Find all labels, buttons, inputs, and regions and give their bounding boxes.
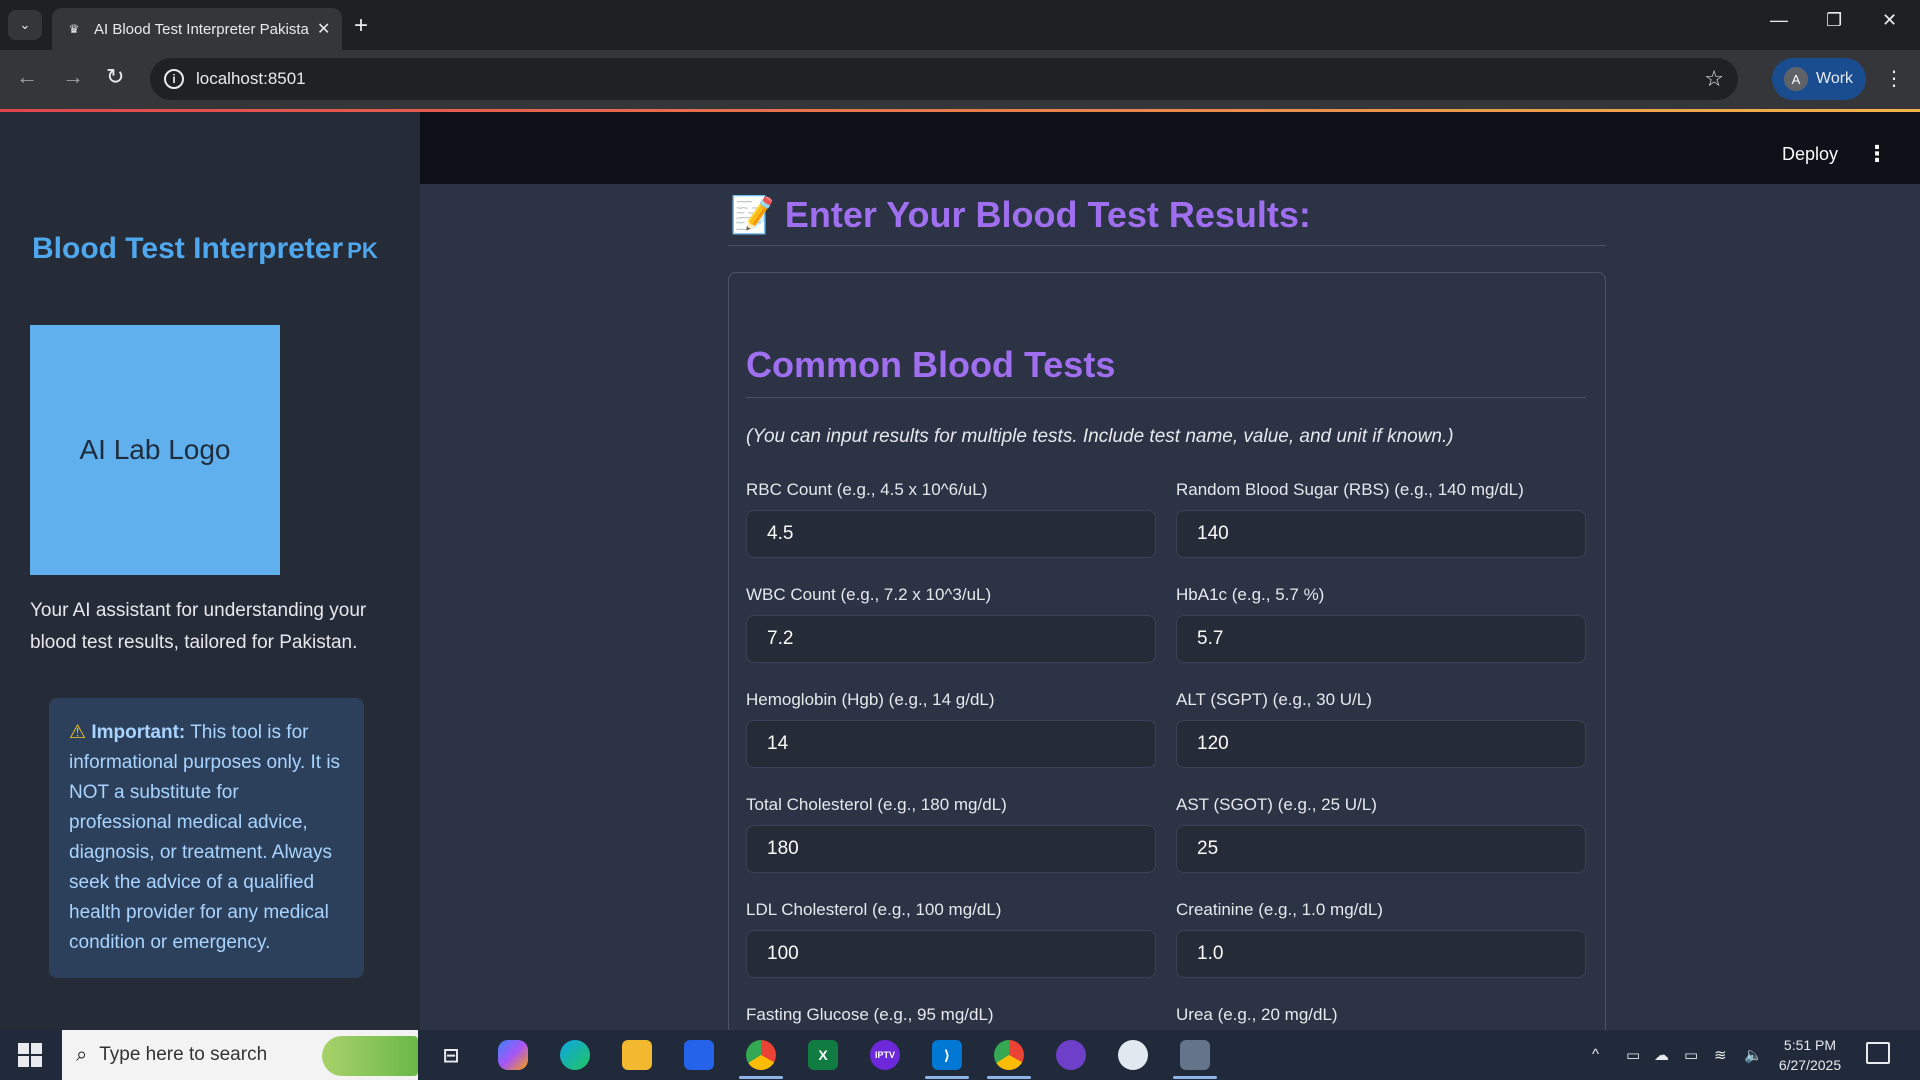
taskbar-clock[interactable]: 5:51 PM 6/27/2025	[1770, 1035, 1850, 1075]
profile-label: Work	[1816, 70, 1854, 87]
excel-icon[interactable]: X	[808, 1040, 838, 1070]
volume-icon[interactable]: 🔈	[1744, 1046, 1763, 1064]
taskbar-search[interactable]: ⌕ Type here to search	[62, 1030, 418, 1080]
forward-icon[interactable]: →	[62, 64, 84, 90]
minimize-icon[interactable]: —	[1770, 10, 1788, 31]
app-menu-icon[interactable]: ⋮	[1866, 141, 1888, 167]
tab-title: AI Blood Test Interpreter Pakistan	[94, 20, 309, 38]
close-tab-icon[interactable]: ✕	[317, 19, 330, 39]
address-bar[interactable]: i localhost:8501 ☆	[150, 58, 1738, 100]
active-app-indicator	[987, 1076, 1031, 1079]
github-icon[interactable]	[1056, 1040, 1086, 1070]
creatinine-input[interactable]	[1176, 930, 1586, 978]
avatar: A	[1784, 67, 1808, 91]
tab-search-button[interactable]: ⌄	[8, 10, 42, 40]
chevron-up-icon[interactable]: ^	[1592, 1046, 1599, 1063]
close-window-icon[interactable]: ✕	[1882, 10, 1897, 31]
active-app-indicator	[739, 1076, 783, 1079]
rbs-input[interactable]	[1176, 510, 1586, 558]
app-window-icon[interactable]	[1180, 1040, 1210, 1070]
rbc-input[interactable]	[746, 510, 1156, 558]
browser-toolbar: ← → ↻ i localhost:8501 ☆ A Work ⋮	[0, 50, 1920, 109]
browser-tab[interactable]: ♛ AI Blood Test Interpreter Pakistan ✕	[52, 8, 342, 50]
logo: AI Lab Logo	[30, 325, 280, 575]
total-cholesterol-label: Total Cholesterol (e.g., 180 mg/dL)	[746, 795, 1007, 814]
warning-text: This tool is for informational purposes …	[69, 722, 341, 953]
iptv-icon[interactable]: IPTV	[870, 1040, 900, 1070]
wbc-label: WBC Count (e.g., 7.2 x 10^3/uL)	[746, 585, 992, 604]
browser-tab-bar: ⌄ ♛ AI Blood Test Interpreter Pakistan ✕…	[0, 0, 1920, 50]
heading-divider	[728, 245, 1606, 246]
sidebar-tagline: Your AI assistant for understanding your…	[30, 600, 367, 653]
battery-icon[interactable]: ▭	[1684, 1046, 1698, 1064]
onedrive-icon[interactable]: ☁	[1654, 1046, 1669, 1064]
sidebar-title-suffix: PK	[347, 238, 378, 263]
sidebar-title: Blood Test Interpreter PK	[32, 232, 378, 266]
search-placeholder: Type here to search	[99, 1044, 268, 1065]
search-highlight-image	[322, 1036, 418, 1076]
page-title-text: Enter Your Blood Test Results:	[784, 194, 1311, 235]
new-tab-button[interactable]: +	[354, 12, 368, 40]
form-hint: (You can input results for multiple test…	[746, 426, 1454, 447]
search-icon: ⌕	[76, 1043, 88, 1066]
file-explorer-icon[interactable]	[622, 1040, 652, 1070]
logo-text: AI Lab Logo	[79, 434, 231, 465]
restore-icon[interactable]: ❐	[1826, 10, 1842, 31]
creatinine-label: Creatinine (e.g., 1.0 mg/dL)	[1176, 900, 1383, 919]
edge-icon[interactable]	[560, 1040, 590, 1070]
alt-input[interactable]	[1176, 720, 1586, 768]
windows-taskbar: ⌕ Type here to search ⊟ X IPTV ⟩ ^ ▭ ☁ ▭…	[0, 1030, 1920, 1080]
rbc-label: RBC Count (e.g., 4.5 x 10^6/uL)	[746, 480, 988, 499]
notification-icon[interactable]	[1866, 1042, 1890, 1064]
fasting-glucose-label: Fasting Glucose (e.g., 95 mg/dL)	[746, 1005, 994, 1024]
total-cholesterol-input[interactable]	[746, 825, 1156, 873]
warning-strong: Important:	[91, 722, 186, 743]
wbc-input[interactable]	[746, 615, 1156, 663]
alt-label: ALT (SGPT) (e.g., 30 U/L)	[1176, 690, 1372, 709]
hba1c-label: HbA1c (e.g., 5.7 %)	[1176, 585, 1325, 604]
clock-date: 6/27/2025	[1778, 1057, 1842, 1073]
active-app-indicator	[925, 1076, 969, 1079]
clock-time: 5:51 PM	[1783, 1037, 1837, 1053]
urea-label: Urea (e.g., 20 mg/dL)	[1176, 1005, 1338, 1024]
hemoglobin-label: Hemoglobin (Hgb) (e.g., 14 g/dL)	[746, 690, 995, 709]
vscode-icon[interactable]: ⟩	[932, 1040, 962, 1070]
wifi-icon[interactable]: ≋	[1714, 1046, 1727, 1064]
copilot-icon[interactable]	[498, 1040, 528, 1070]
rbs-label: Random Blood Sugar (RBS) (e.g., 140 mg/d…	[1176, 480, 1524, 499]
section-divider	[746, 397, 1586, 398]
ast-input[interactable]	[1176, 825, 1586, 873]
section-title: Common Blood Tests	[746, 344, 1116, 385]
crown-favicon-icon: ♛	[68, 22, 80, 36]
active-app-indicator	[1173, 1076, 1217, 1079]
deploy-button[interactable]: Deploy	[1782, 144, 1838, 165]
chrome-profile-icon[interactable]	[994, 1040, 1024, 1070]
paint-icon[interactable]	[1118, 1040, 1148, 1070]
back-icon[interactable]: ←	[16, 64, 38, 90]
meet-icon[interactable]: ▭	[1626, 1046, 1640, 1064]
profile-button[interactable]: A Work	[1772, 58, 1866, 100]
ldl-cholesterol-input[interactable]	[746, 930, 1156, 978]
warning-icon: ⚠	[69, 722, 87, 743]
disclaimer-box: ⚠ Important: This tool is for informatio…	[49, 698, 364, 978]
page-title: 📝 Enter Your Blood Test Results:	[730, 194, 1311, 236]
url-text[interactable]: localhost:8501	[196, 69, 306, 89]
reload-icon[interactable]: ↻	[106, 64, 124, 90]
ast-label: AST (SGOT) (e.g., 25 U/L)	[1176, 795, 1377, 814]
browser-menu-icon[interactable]: ⋮	[1884, 66, 1904, 91]
ldl-cholesterol-label: LDL Cholesterol (e.g., 100 mg/dL)	[746, 900, 1002, 919]
hemoglobin-input[interactable]	[746, 720, 1156, 768]
memo-icon: 📝	[730, 194, 775, 235]
chrome-icon[interactable]	[746, 1040, 776, 1070]
task-view-icon[interactable]: ⊟	[436, 1040, 466, 1070]
store-icon[interactable]	[684, 1040, 714, 1070]
site-info-icon[interactable]: i	[164, 69, 184, 89]
bookmark-star-icon[interactable]: ☆	[1704, 66, 1724, 92]
sidebar-title-text: Blood Test Interpreter	[32, 232, 344, 265]
app-header	[420, 112, 1920, 184]
hba1c-input[interactable]	[1176, 615, 1586, 663]
windows-start-icon[interactable]	[18, 1043, 42, 1067]
